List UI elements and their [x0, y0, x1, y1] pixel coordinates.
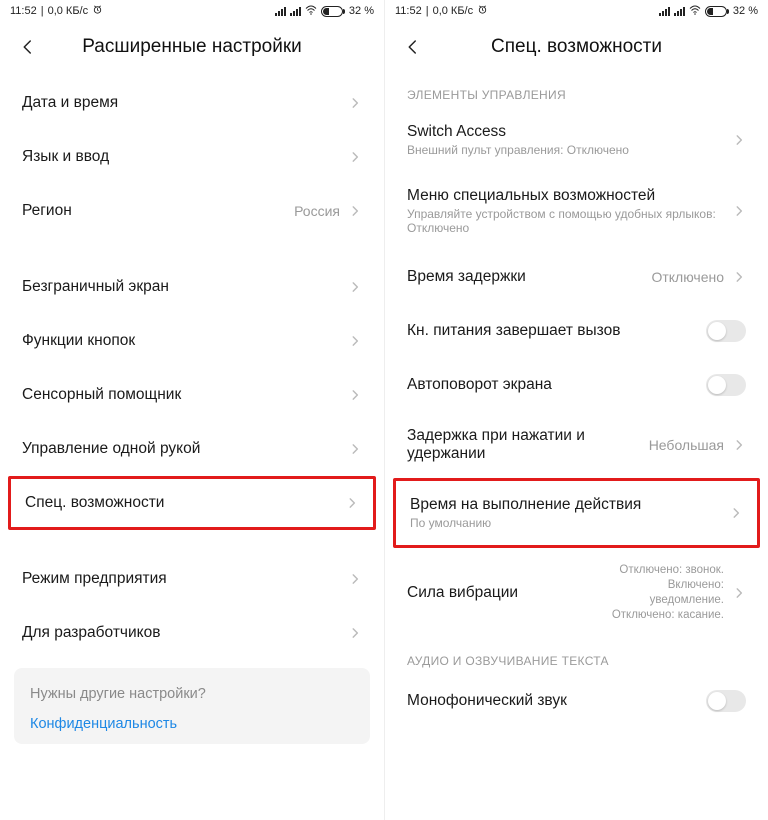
row-region[interactable]: Регион Россия	[0, 184, 384, 238]
card-question: Нужны другие настройки?	[30, 686, 354, 702]
toggle-power-endcall[interactable]	[706, 320, 746, 342]
wifi-icon	[305, 5, 317, 18]
chevron-right-icon	[348, 96, 362, 110]
row-label: Сила вибрации	[407, 584, 604, 602]
page-title: Спец. возможности	[423, 36, 730, 58]
row-label: Время на выполнение действия	[410, 496, 729, 514]
chevron-right-icon	[732, 586, 746, 600]
toggle-autorotate[interactable]	[706, 374, 746, 396]
status-net: 0,0 КБ/с	[48, 5, 89, 17]
row-label: Функции кнопок	[22, 332, 348, 350]
row-label: Дата и время	[22, 94, 348, 112]
back-button[interactable]	[18, 37, 38, 57]
row-label: Безграничный экран	[22, 278, 348, 296]
row-label: Кн. питания завершает вызов	[407, 322, 706, 340]
row-developers[interactable]: Для разработчиков	[0, 606, 384, 660]
status-battery: 32 %	[349, 5, 374, 17]
row-label: Управление одной рукой	[22, 440, 348, 458]
chevron-right-icon	[348, 388, 362, 402]
chevron-right-icon	[348, 626, 362, 640]
row-value: Отключено	[651, 269, 724, 285]
row-language[interactable]: Язык и ввод	[0, 130, 384, 184]
row-buttons[interactable]: Функции кнопок	[0, 314, 384, 368]
status-time: 11:52	[395, 5, 422, 17]
row-vibration[interactable]: Сила вибрации Отключено: звонок. Включен…	[385, 548, 768, 638]
wifi-icon	[689, 5, 701, 18]
row-autorotate[interactable]: Автоповорот экрана	[385, 358, 768, 412]
row-sub: Управляйте устройством с помощью удобных…	[407, 207, 732, 235]
row-onehand[interactable]: Управление одной рукой	[0, 422, 384, 476]
right-screen: 11:52 | 0,0 КБ/с 32 % Спец. возможности …	[384, 0, 768, 820]
chevron-right-icon	[348, 572, 362, 586]
status-net: 0,0 КБ/с	[433, 5, 474, 17]
row-label: Регион	[22, 202, 294, 220]
status-bar: 11:52 | 0,0 КБ/с 32 %	[0, 0, 384, 22]
left-screen: 11:52 | 0,0 КБ/с 32 % Расширенные настро…	[0, 0, 384, 820]
signal-icon-2	[674, 7, 685, 16]
status-battery: 32 %	[733, 5, 758, 17]
row-label: Задержка при нажатии и удержании	[407, 427, 649, 463]
chevron-right-icon	[348, 204, 362, 218]
toggle-mono-audio[interactable]	[706, 690, 746, 712]
signal-icon	[659, 7, 670, 16]
row-value: Россия	[294, 203, 340, 219]
row-date-time[interactable]: Дата и время	[0, 76, 384, 130]
chevron-right-icon	[345, 496, 359, 510]
row-power-endcall[interactable]: Кн. питания завершает вызов	[385, 304, 768, 358]
card-link-privacy[interactable]: Конфиденциальность	[30, 716, 354, 732]
row-label: Сенсорный помощник	[22, 386, 348, 404]
row-label: Автоповорот экрана	[407, 376, 706, 394]
signal-icon	[275, 7, 286, 16]
row-assistant[interactable]: Сенсорный помощник	[0, 368, 384, 422]
status-time: 11:52	[10, 5, 37, 17]
row-sub: Внешний пульт управления: Отключено	[407, 143, 732, 157]
row-value: Небольшая	[649, 437, 724, 453]
row-sub: По умолчанию	[410, 516, 729, 530]
chevron-right-icon	[729, 506, 743, 520]
row-label: Switch Access	[407, 123, 732, 141]
chevron-right-icon	[732, 270, 746, 284]
alarm-icon	[92, 4, 103, 18]
row-action-time[interactable]: Время на выполнение действия По умолчани…	[393, 478, 760, 548]
row-switch-access[interactable]: Switch Access Внешний пульт управления: …	[385, 108, 768, 172]
back-button[interactable]	[403, 37, 423, 57]
row-label: Монофонический звук	[407, 692, 706, 710]
row-delay-time[interactable]: Время задержки Отключено	[385, 250, 768, 304]
row-label: Спец. возможности	[25, 494, 345, 512]
battery-icon	[705, 6, 729, 17]
row-label: Меню специальных возможностей	[407, 187, 732, 205]
chevron-right-icon	[732, 133, 746, 147]
chevron-right-icon	[348, 334, 362, 348]
chevron-right-icon	[732, 438, 746, 452]
chevron-right-icon	[348, 150, 362, 164]
row-label: Режим предприятия	[22, 570, 348, 588]
row-touchhold[interactable]: Задержка при нажатии и удержании Небольш…	[385, 412, 768, 478]
row-label: Язык и ввод	[22, 148, 348, 166]
row-value: Отключено: звонок. Включено: уведомление…	[604, 563, 724, 623]
chevron-right-icon	[348, 442, 362, 456]
signal-icon-2	[290, 7, 301, 16]
page-title: Расширенные настройки	[38, 36, 346, 58]
chevron-right-icon	[732, 204, 746, 218]
section-controls: ЭЛЕМЕНТЫ УПРАВЛЕНИЯ	[385, 76, 768, 108]
status-bar: 11:52 | 0,0 КБ/с 32 %	[385, 0, 768, 22]
suggestion-card: Нужны другие настройки? Конфиденциальнос…	[14, 668, 370, 744]
title-bar: Расширенные настройки	[0, 22, 384, 76]
row-enterprise[interactable]: Режим предприятия	[0, 552, 384, 606]
battery-icon	[321, 6, 345, 17]
row-label: Время задержки	[407, 268, 651, 286]
title-bar: Спец. возможности	[385, 22, 768, 76]
row-accessibility-menu[interactable]: Меню специальных возможностей Управляйте…	[385, 172, 768, 250]
row-fullscreen[interactable]: Безграничный экран	[0, 260, 384, 314]
row-label: Для разработчиков	[22, 624, 348, 642]
row-mono-audio[interactable]: Монофонический звук	[385, 674, 768, 728]
alarm-icon	[477, 4, 488, 18]
section-audio: АУДИО И ОЗВУЧИВАНИЕ ТЕКСТА	[385, 642, 768, 674]
row-accessibility[interactable]: Спец. возможности	[8, 476, 376, 530]
chevron-right-icon	[348, 280, 362, 294]
